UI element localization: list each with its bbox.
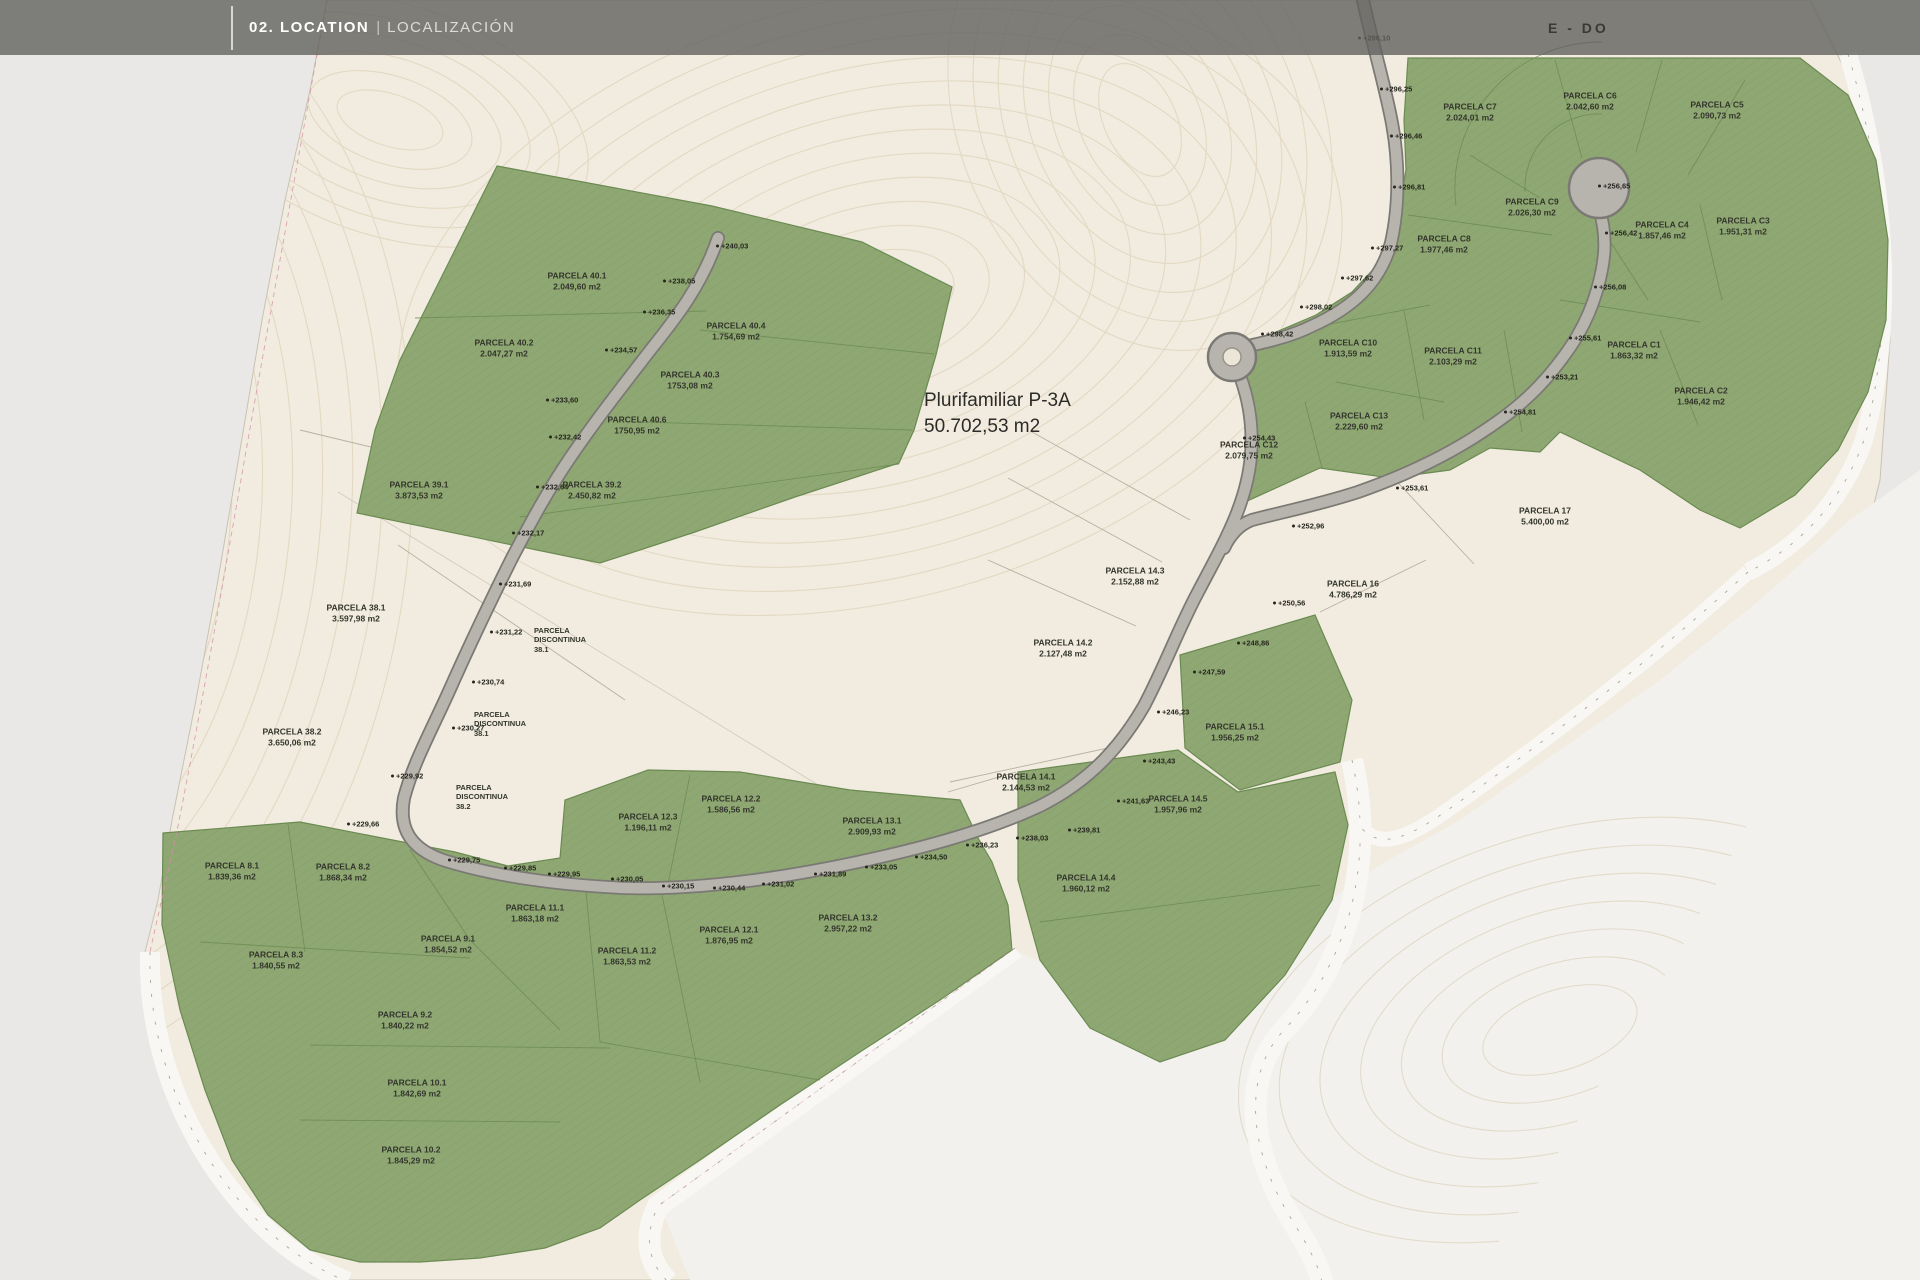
section-subtitle: LOCALIZACIÓN (387, 19, 515, 36)
location-plan-page: Plurifamiliar P-3A 50.702,53 m2 PARCELA … (0, 0, 1920, 1280)
roundabout-island (1223, 348, 1241, 366)
cul-de-sac (1569, 158, 1629, 218)
header-title-block: 02. LOCATION | LOCALIZACIÓN (231, 0, 515, 55)
sheet-corner-label: E - DO (1548, 20, 1609, 36)
site-plan-map (0, 0, 1920, 1280)
section-title: 02. LOCATION (249, 19, 369, 36)
title-separator: | (376, 19, 380, 36)
title-divider-line (231, 6, 233, 50)
